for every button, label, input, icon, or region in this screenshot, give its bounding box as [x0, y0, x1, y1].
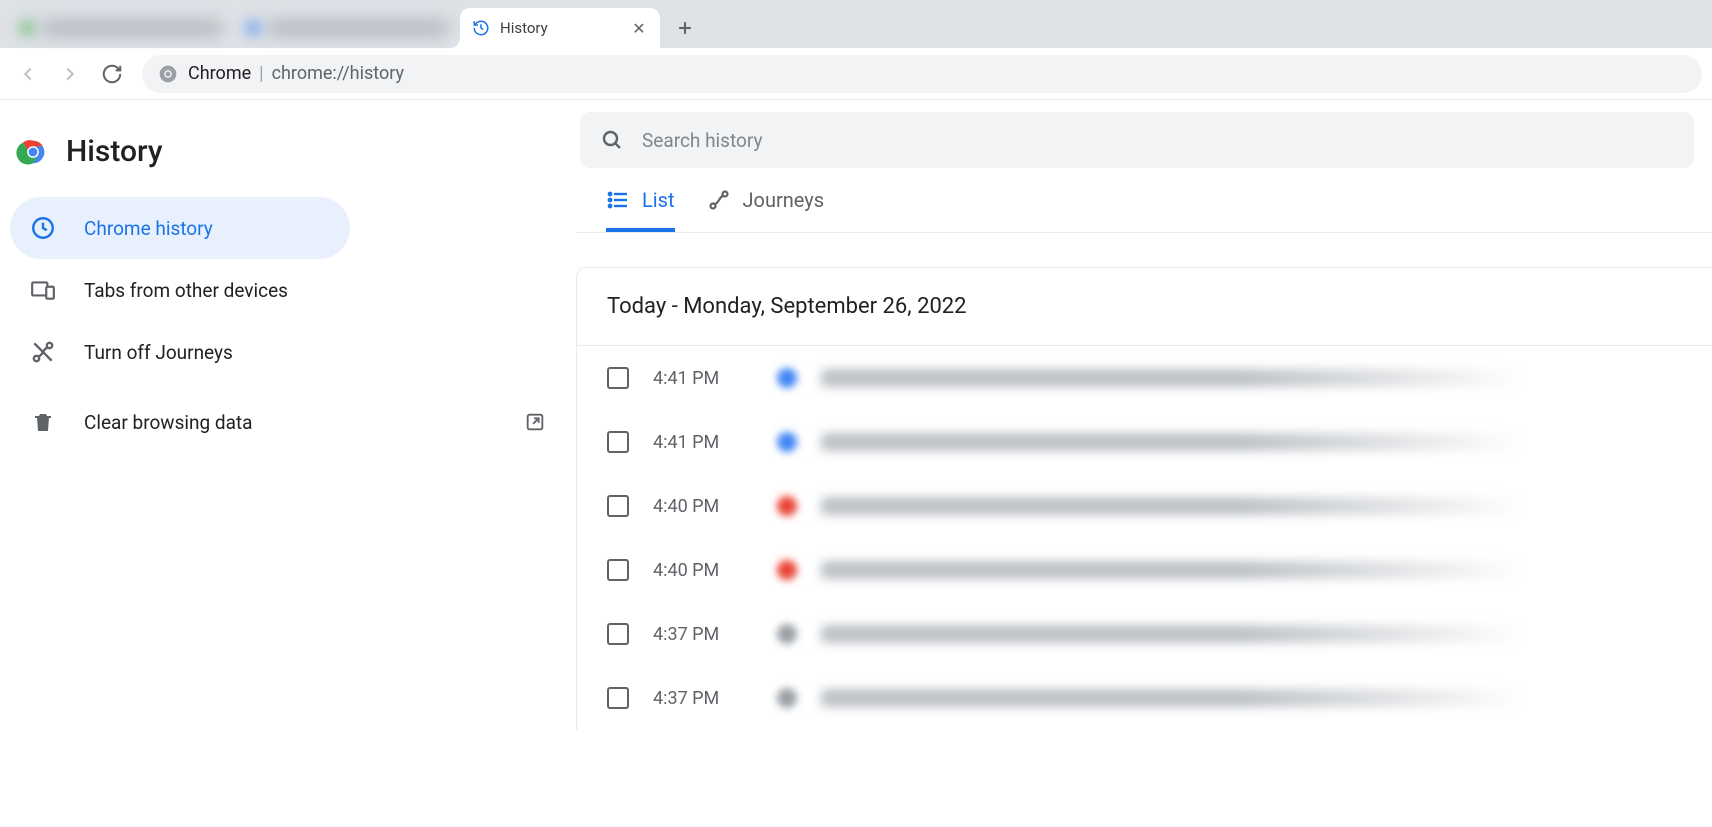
favicon-icon — [777, 560, 797, 580]
tab-title: History — [500, 19, 618, 37]
reload-button[interactable] — [94, 56, 130, 92]
favicon-icon — [777, 432, 797, 452]
browser-chrome: History ✕ Chrome|chrome://history — [0, 0, 1712, 100]
view-tab-label: List — [642, 188, 675, 212]
row-time: 4:37 PM — [653, 688, 753, 709]
chrome-icon — [158, 64, 178, 84]
page-header: History — [0, 116, 576, 197]
search-bar[interactable] — [580, 112, 1694, 168]
history-row[interactable]: 4:40 PM — [577, 474, 1712, 538]
row-title-blurred — [821, 369, 1521, 387]
row-checkbox[interactable] — [607, 687, 629, 709]
tab-strip: History ✕ — [0, 0, 1712, 48]
page: History Chrome history Tabs from other d… — [0, 100, 1712, 827]
history-icon — [472, 19, 490, 37]
sidebar-item-label: Clear browsing data — [84, 411, 253, 434]
view-tab-label: Journeys — [743, 188, 825, 212]
background-tab-1[interactable] — [8, 8, 234, 48]
sidebar: History Chrome history Tabs from other d… — [0, 100, 576, 827]
tab-list[interactable]: List — [606, 188, 675, 232]
trash-icon — [30, 409, 56, 435]
external-link-icon — [524, 411, 546, 433]
history-list: 4:41 PM 4:41 PM 4:40 PM 4:40 PM 4:37 PM 4:37 … — [577, 346, 1712, 730]
row-time: 4:40 PM — [653, 560, 753, 581]
history-row[interactable]: 4:37 PM — [577, 666, 1712, 730]
journeys-icon — [707, 188, 731, 212]
list-icon — [606, 188, 630, 212]
tab-journeys[interactable]: Journeys — [707, 188, 825, 232]
forward-button[interactable] — [52, 56, 88, 92]
main: List Journeys Today - Monday, September … — [576, 100, 1712, 827]
close-icon[interactable]: ✕ — [630, 19, 648, 37]
sidebar-item-label: Turn off Journeys — [84, 341, 233, 364]
search-input[interactable] — [642, 129, 1674, 152]
history-row[interactable]: 4:41 PM — [577, 410, 1712, 474]
devices-icon — [30, 277, 56, 303]
row-checkbox[interactable] — [607, 495, 629, 517]
view-tabs: List Journeys — [576, 168, 1712, 233]
row-time: 4:37 PM — [653, 624, 753, 645]
row-checkbox[interactable] — [607, 559, 629, 581]
row-title-blurred — [821, 561, 1521, 579]
row-checkbox[interactable] — [607, 431, 629, 453]
favicon-icon — [777, 624, 797, 644]
row-title-blurred — [821, 497, 1521, 515]
row-time: 4:41 PM — [653, 368, 753, 389]
sidebar-item-label: Tabs from other devices — [84, 279, 288, 302]
back-button[interactable] — [10, 56, 46, 92]
active-tab[interactable]: History ✕ — [460, 8, 660, 48]
row-checkbox[interactable] — [607, 623, 629, 645]
history-row[interactable]: 4:41 PM — [577, 346, 1712, 410]
chrome-logo-icon — [16, 135, 50, 169]
omnibox[interactable]: Chrome|chrome://history — [142, 55, 1702, 93]
favicon-icon — [777, 368, 797, 388]
row-title-blurred — [821, 433, 1521, 451]
row-checkbox[interactable] — [607, 367, 629, 389]
sidebar-item-chrome-history[interactable]: Chrome history — [10, 197, 350, 259]
background-tab-2[interactable] — [234, 8, 460, 48]
history-row[interactable]: 4:40 PM — [577, 538, 1712, 602]
toolbar: Chrome|chrome://history — [0, 48, 1712, 100]
journeys-off-icon — [30, 339, 56, 365]
sidebar-items: Chrome history Tabs from other devices T… — [0, 197, 576, 453]
sidebar-item-turn-off-journeys[interactable]: Turn off Journeys — [10, 321, 566, 383]
favicon-icon — [777, 688, 797, 708]
sidebar-item-clear-browsing-data[interactable]: Clear browsing data — [10, 391, 566, 453]
row-time: 4:40 PM — [653, 496, 753, 517]
clock-icon — [30, 215, 56, 241]
favicon-icon — [777, 496, 797, 516]
omnibox-text: Chrome|chrome://history — [188, 63, 404, 84]
page-title: History — [66, 134, 163, 169]
search-icon — [600, 128, 624, 152]
sidebar-item-tabs-other-devices[interactable]: Tabs from other devices — [10, 259, 566, 321]
new-tab-button[interactable] — [668, 11, 702, 45]
history-row[interactable]: 4:37 PM — [577, 602, 1712, 666]
row-title-blurred — [821, 689, 1521, 707]
row-time: 4:41 PM — [653, 432, 753, 453]
row-title-blurred — [821, 625, 1521, 643]
sidebar-item-label: Chrome history — [84, 217, 213, 240]
history-card: Today - Monday, September 26, 2022 4:41 … — [576, 267, 1712, 730]
date-header: Today - Monday, September 26, 2022 — [577, 268, 1712, 346]
